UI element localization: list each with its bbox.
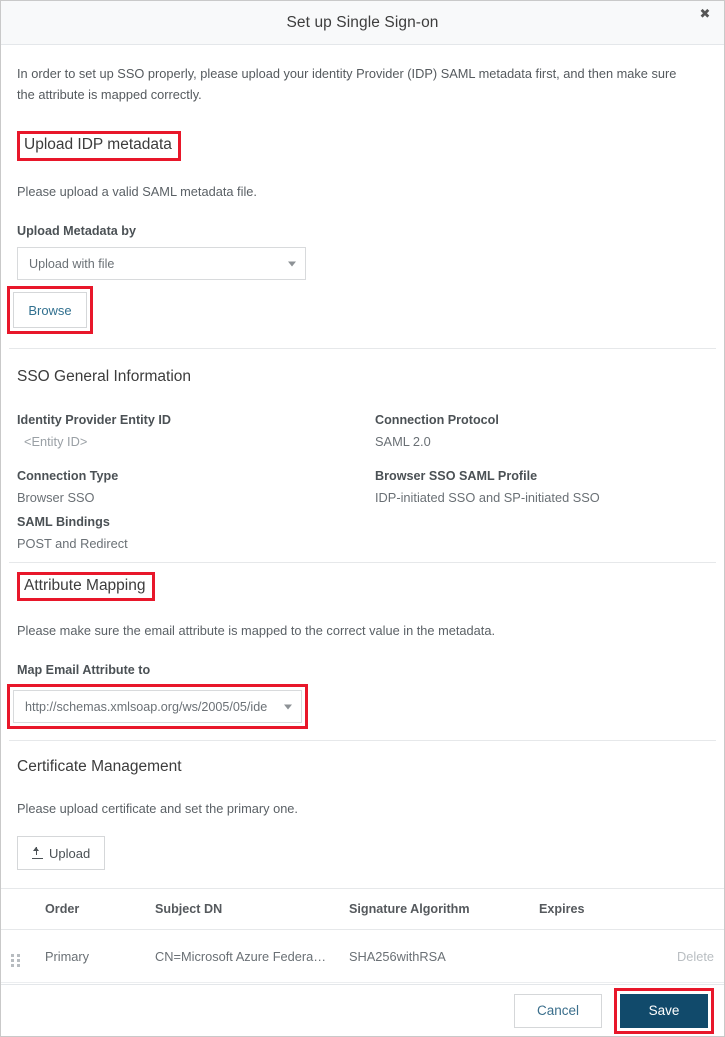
save-button-highlight: Save bbox=[614, 987, 714, 1034]
section-upload-idp-metadata: Upload IDP metadata Please upload a vali… bbox=[1, 105, 724, 334]
cell-expires bbox=[539, 929, 649, 984]
drag-handle-icon[interactable] bbox=[11, 954, 20, 968]
attribute-mapping-heading: Attribute Mapping bbox=[17, 571, 155, 602]
certificate-management-description: Please upload certificate and set the pr… bbox=[17, 800, 298, 816]
browse-button[interactable]: Browse bbox=[13, 292, 87, 328]
column-header-subject-dn: Subject DN bbox=[155, 889, 349, 931]
attribute-mapping-description: Please make sure the email attribute is … bbox=[17, 623, 496, 639]
upload-metadata-by-label: Upload Metadata by bbox=[17, 224, 136, 238]
dialog-footer: Cancel Save bbox=[1, 984, 724, 1036]
attribute-mapping-heading-wrap: Attribute Mapping bbox=[17, 571, 708, 602]
intro-text: In order to set up SSO properly, please … bbox=[17, 66, 677, 103]
cell-order: Primary bbox=[45, 929, 155, 984]
column-header-expires: Expires bbox=[539, 889, 649, 931]
cell-signature-algorithm: SHA256withRSA bbox=[349, 929, 539, 984]
delete-link[interactable]: Delete bbox=[677, 949, 714, 964]
chevron-down-icon bbox=[284, 704, 292, 710]
info-value: Browser SSO bbox=[17, 489, 95, 505]
map-email-attribute-label: Map Email Attribute to bbox=[17, 663, 151, 678]
upload-metadata-description: Please upload a valid SAML metadata file… bbox=[17, 183, 257, 199]
column-header-order: Order bbox=[45, 889, 155, 931]
save-button[interactable]: Save bbox=[620, 993, 708, 1028]
upload-certificate-button[interactable]: Upload bbox=[17, 836, 106, 871]
info-value: IDP-initiated SSO and SP-initiated SSO bbox=[375, 489, 600, 505]
map-email-attribute-highlight: http://schemas.xmlsoap.org/ws/2005/05/id… bbox=[7, 684, 308, 730]
info-key: Connection Protocol bbox=[375, 412, 499, 427]
info-key: SAML Bindings bbox=[17, 514, 110, 529]
cell-actions: Delete bbox=[649, 929, 724, 984]
section-sso-general-information: SSO General Information Identity Provide… bbox=[1, 349, 724, 551]
certificate-table: Order Subject DN Signature Algorithm Exp… bbox=[1, 889, 724, 984]
cancel-button[interactable]: Cancel bbox=[514, 993, 602, 1028]
chevron-down-icon bbox=[288, 261, 296, 266]
upload-icon bbox=[32, 847, 43, 860]
map-email-attribute-select[interactable]: http://schemas.xmlsoap.org/ws/2005/05/id… bbox=[13, 690, 302, 724]
row-drag-handle-cell[interactable] bbox=[1, 929, 45, 984]
upload-metadata-by-select[interactable]: Upload with file bbox=[17, 247, 306, 280]
info-key: Browser SSO SAML Profile bbox=[375, 468, 538, 483]
info-value: SAML 2.0 bbox=[375, 433, 431, 449]
sso-general-heading: SSO General Information bbox=[17, 368, 192, 385]
upload-metadata-heading: Upload IDP metadata bbox=[17, 131, 181, 161]
section-attribute-mapping: Attribute Mapping Please make sure the e… bbox=[1, 563, 724, 730]
close-icon[interactable]: ✖ bbox=[696, 5, 714, 23]
cell-subject-dn: CN=Microsoft Azure Federa… bbox=[155, 929, 349, 984]
upload-metadata-by-value: Upload with file bbox=[29, 256, 115, 271]
dialog-header: Set up Single Sign-on ✖ bbox=[1, 1, 724, 45]
sso-general-info-grid: Identity Provider Entity ID Connection P… bbox=[17, 413, 708, 551]
info-key: Identity Provider Entity ID bbox=[17, 412, 171, 427]
table-header-row: Order Subject DN Signature Algorithm Exp… bbox=[1, 889, 724, 931]
sso-setup-dialog: Set up Single Sign-on ✖ In order to set … bbox=[0, 0, 725, 1037]
section-certificate-management: Certificate Management Please upload cer… bbox=[1, 741, 724, 871]
certificate-management-heading: Certificate Management bbox=[17, 758, 182, 776]
column-header-signature-algorithm: Signature Algorithm bbox=[349, 889, 539, 931]
column-header-handle bbox=[1, 889, 45, 931]
table-row: Primary CN=Microsoft Azure Federa… SHA25… bbox=[1, 929, 724, 984]
browse-button-highlight: Browse bbox=[7, 286, 93, 334]
dialog-body: In order to set up SSO properly, please … bbox=[1, 45, 724, 984]
info-key: Connection Type bbox=[17, 468, 119, 483]
upload-metadata-heading-wrap: Upload IDP metadata bbox=[17, 131, 708, 161]
info-value: <Entity ID> bbox=[24, 433, 88, 449]
column-header-actions bbox=[649, 889, 724, 931]
upload-button-label: Upload bbox=[49, 845, 91, 861]
info-value: POST and Redirect bbox=[17, 535, 128, 551]
dialog-title: Set up Single Sign-on bbox=[286, 13, 439, 31]
